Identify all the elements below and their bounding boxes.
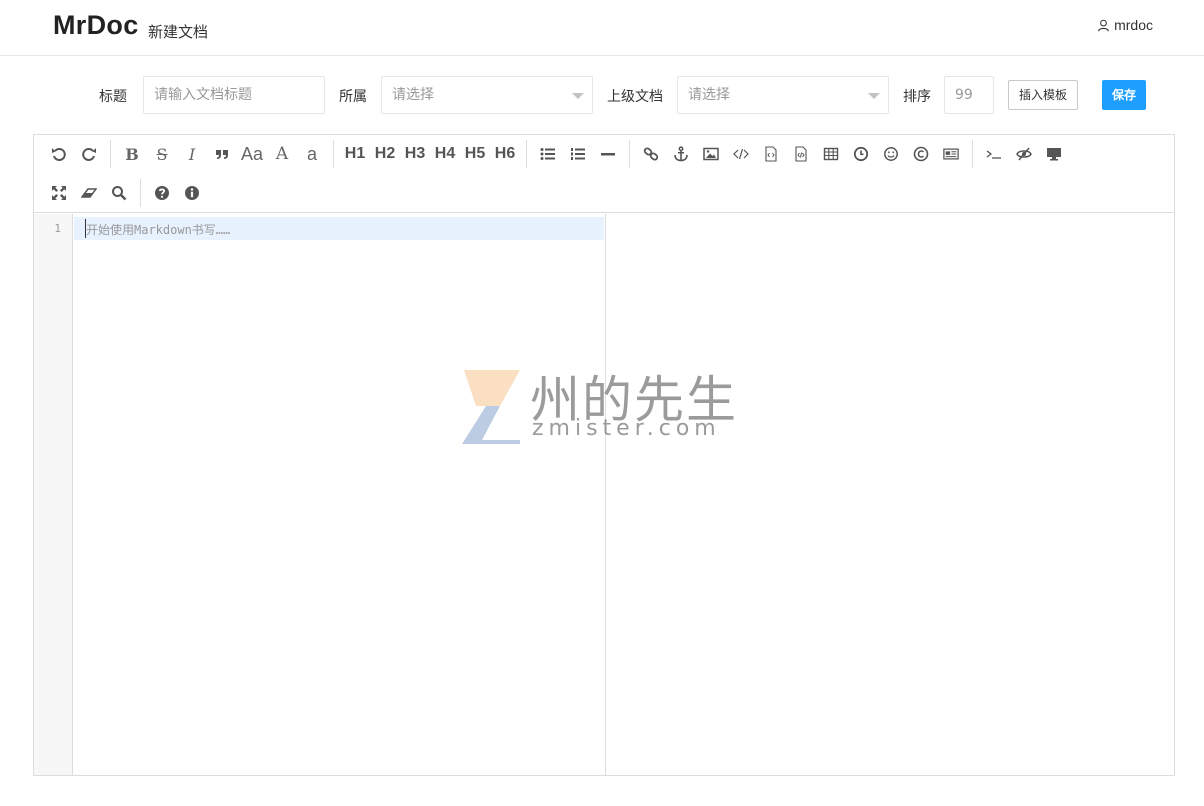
save-button[interactable]: 保存	[1102, 80, 1146, 110]
anchor-icon[interactable]	[666, 139, 696, 169]
toolbar-row-1: B S I Aa A a H1 H2 H3 H4 H5 H6	[34, 135, 1069, 173]
editor-toolbar: B S I Aa A a H1 H2 H3 H4 H5 H6	[34, 135, 1174, 213]
text-cursor	[85, 219, 86, 238]
toolbar-divider	[110, 140, 111, 168]
italic-icon[interactable]: I	[177, 139, 207, 169]
preformatted-icon[interactable]	[786, 139, 816, 169]
uppercase-icon[interactable]: Aa	[237, 139, 267, 169]
quote-icon[interactable]	[207, 139, 237, 169]
page-title: 新建文档	[148, 23, 209, 41]
parent-doc-select-value: 请选择	[688, 87, 730, 103]
toolbar-divider	[333, 140, 334, 168]
emoji-icon[interactable]	[876, 139, 906, 169]
strikethrough-icon[interactable]: S	[147, 139, 177, 169]
line-number: 1	[54, 222, 61, 235]
insert-template-button[interactable]: 插入模板	[1008, 80, 1078, 110]
help-icon[interactable]	[147, 178, 177, 208]
search-icon[interactable]	[104, 178, 134, 208]
toolbar-divider	[140, 179, 141, 207]
markdown-input-area[interactable]: 开始使用Markdown书写……	[74, 214, 605, 775]
toolbar-divider	[972, 140, 973, 168]
image-icon[interactable]	[696, 139, 726, 169]
top-header: MrDoc 新建文档 mrdoc	[0, 0, 1204, 56]
h6-icon[interactable]: H6	[490, 139, 520, 169]
ordered-list-icon[interactable]	[563, 139, 593, 169]
copyright-icon[interactable]	[906, 139, 936, 169]
markdown-editor: B S I Aa A a H1 H2 H3 H4 H5 H6 1 开始使用Mar…	[33, 134, 1175, 776]
title-input[interactable]: 请输入文档标题	[143, 76, 325, 114]
brand-logo[interactable]: MrDoc	[53, 10, 139, 41]
title-label: 标题	[99, 89, 127, 105]
sort-input-placeholder: 99	[955, 87, 973, 103]
sort-input[interactable]: 99	[944, 76, 994, 114]
code-icon[interactable]	[726, 139, 756, 169]
info-icon[interactable]	[177, 178, 207, 208]
belong-select[interactable]: 请选择	[381, 76, 593, 114]
belong-select-value: 请选择	[392, 87, 434, 103]
redo-icon[interactable]	[74, 139, 104, 169]
h4-icon[interactable]: H4	[430, 139, 460, 169]
line-number-gutter: 1	[34, 214, 73, 775]
undo-icon[interactable]	[44, 139, 74, 169]
user-menu[interactable]: mrdoc	[1097, 17, 1153, 33]
user-icon	[1098, 19, 1109, 31]
toolbar-divider	[629, 140, 630, 168]
terminal-icon[interactable]	[979, 139, 1009, 169]
bold-icon[interactable]: B	[117, 139, 147, 169]
eraser-icon[interactable]	[74, 178, 104, 208]
editor-placeholder: 开始使用Markdown书写……	[86, 223, 231, 237]
lowercase-icon[interactable]: a	[297, 139, 327, 169]
code-block-icon[interactable]	[756, 139, 786, 169]
h3-icon[interactable]: H3	[400, 139, 430, 169]
link-icon[interactable]	[636, 139, 666, 169]
fullscreen-icon[interactable]	[44, 178, 74, 208]
preview-toggle-icon[interactable]	[1009, 139, 1039, 169]
toolbar-row-2	[34, 174, 207, 212]
h1-icon[interactable]: H1	[340, 139, 370, 169]
markdown-preview-pane	[605, 214, 1174, 775]
h2-icon[interactable]: H2	[370, 139, 400, 169]
pagebreak-icon[interactable]	[936, 139, 966, 169]
belong-select-arrow-icon	[572, 93, 584, 99]
parent-doc-select-arrow-icon	[868, 93, 880, 99]
username: mrdoc	[1114, 17, 1153, 33]
h5-icon[interactable]: H5	[460, 139, 490, 169]
unordered-list-icon[interactable]	[533, 139, 563, 169]
document-meta-form: 标题 请输入文档标题 所属 请选择 上级文档 请选择 排序 99 插入模板 保存	[0, 76, 1204, 114]
table-icon[interactable]	[816, 139, 846, 169]
font-a-icon[interactable]: A	[267, 139, 297, 169]
desktop-icon[interactable]	[1039, 139, 1069, 169]
parent-doc-label: 上级文档	[607, 89, 663, 105]
horizontal-rule-icon[interactable]	[593, 139, 623, 169]
clock-icon[interactable]	[846, 139, 876, 169]
parent-doc-select[interactable]: 请选择	[677, 76, 889, 114]
title-input-placeholder: 请输入文档标题	[154, 87, 252, 103]
belong-label: 所属	[339, 89, 367, 105]
toolbar-divider	[526, 140, 527, 168]
sort-label: 排序	[903, 89, 931, 105]
